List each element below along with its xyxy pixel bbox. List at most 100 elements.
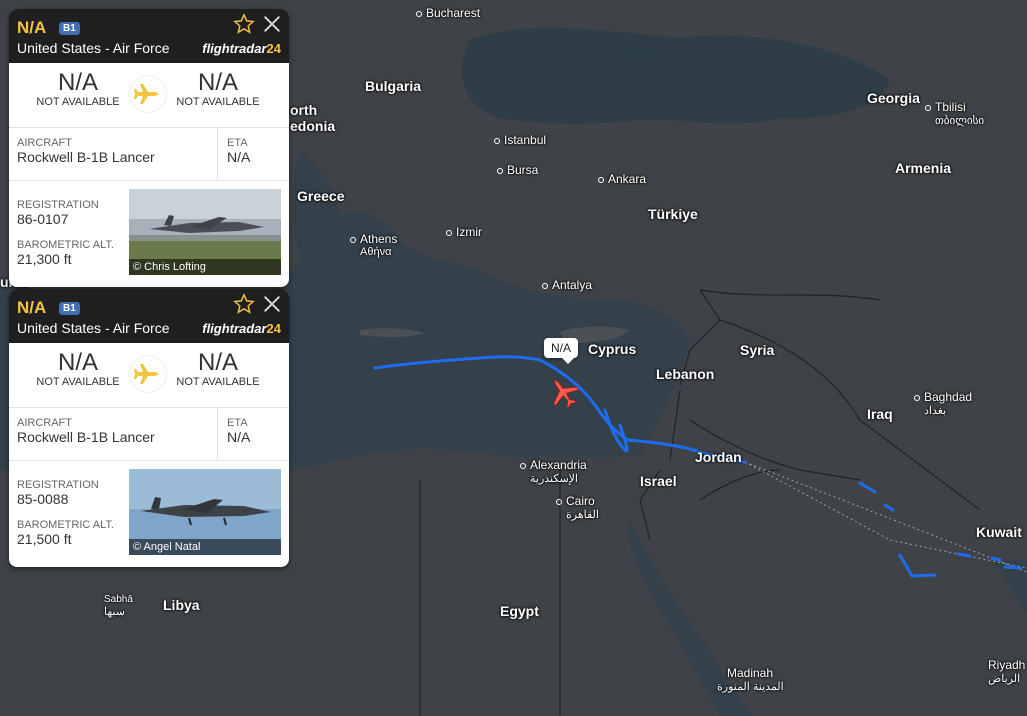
label-israel: Israel xyxy=(640,473,677,489)
label-sabha: Sabhā سبها xyxy=(104,594,133,618)
route-section: N/A NOT AVAILABLE N/A NOT AVAILABLE xyxy=(9,343,289,408)
flight-card[interactable]: N/A B1 United States - Air Force flightr… xyxy=(9,289,289,567)
city-dot-icon xyxy=(556,498,562,505)
label-baghdad: Baghdad بغداد xyxy=(914,390,972,417)
label-jordan: Jordan xyxy=(695,449,742,465)
registration-info: REGISTRATION 86-0107 xyxy=(17,199,99,227)
close-icon[interactable] xyxy=(261,13,283,35)
eta-info: ETA N/A xyxy=(217,408,250,460)
altitude-value: 21,500 ft xyxy=(17,531,72,547)
aircraft-value: Rockwell B-1B Lancer xyxy=(17,429,155,445)
label-greece: Greece xyxy=(297,188,345,204)
aircraft-photo[interactable]: © Angel Natal xyxy=(129,469,281,555)
eta-value: N/A xyxy=(227,429,251,445)
city-dot-icon xyxy=(914,394,920,401)
label-cairo: Cairo القاهرة xyxy=(556,494,599,521)
destination-airport[interactable]: N/A NOT AVAILABLE xyxy=(163,349,273,388)
label-local: الرياض xyxy=(988,673,1021,685)
city-dot-icon xyxy=(925,104,931,111)
label-text: Sabhā xyxy=(104,594,133,605)
plane-icon xyxy=(130,76,166,112)
label-north-macedonia-1: orth xyxy=(290,102,318,118)
aircraft-photo[interactable]: © Chris Lofting xyxy=(129,189,281,275)
label-text: Izmir xyxy=(456,225,482,239)
label-ankara: Ankara xyxy=(598,172,646,186)
flight-card[interactable]: N/A B1 United States - Air Force flightr… xyxy=(9,9,289,287)
label-text: Riyadh xyxy=(988,658,1026,672)
label-north-macedonia-2: edonia xyxy=(290,118,336,134)
brand-text: flightradar xyxy=(202,321,267,336)
origin-status: NOT AVAILABLE xyxy=(36,96,120,108)
label-text: Madinah xyxy=(727,666,774,680)
registration-value: 85-0088 xyxy=(17,491,69,507)
registration-label: REGISTRATION xyxy=(17,479,99,491)
aircraft-info: AIRCRAFT Rockwell B-1B Lancer xyxy=(17,417,155,445)
operator-name: United States - Air Force xyxy=(17,40,170,56)
route-section: N/A NOT AVAILABLE N/A NOT AVAILABLE xyxy=(9,63,289,128)
registration-label: REGISTRATION xyxy=(17,199,99,211)
label-kuwait: Kuwait xyxy=(976,524,1022,540)
label-text: Istanbul xyxy=(504,133,547,147)
altitude-label: BAROMETRIC ALT. xyxy=(17,239,114,251)
brand-text: flightradar xyxy=(202,41,267,56)
label-libya: Libya xyxy=(163,597,200,613)
label-syria: Syria xyxy=(740,342,775,358)
eta-info: ETA N/A xyxy=(217,128,250,180)
label-black-sea: Black Sea xyxy=(618,46,668,58)
altitude-info: BAROMETRIC ALT. 21,300 ft xyxy=(17,239,114,267)
label-local: თბილისი xyxy=(935,115,985,127)
eta-label: ETA xyxy=(227,137,248,149)
card-header: N/A B1 United States - Air Force flightr… xyxy=(9,289,289,343)
label-text: Athens xyxy=(360,232,398,246)
label-antalya: Antalya xyxy=(542,278,592,292)
aircraft-type-badge: B1 xyxy=(59,22,80,35)
photo-credit: © Chris Lofting xyxy=(129,259,281,275)
origin-code: N/A xyxy=(57,349,98,376)
city-dot-icon xyxy=(598,176,604,183)
city-dot-icon xyxy=(416,10,422,17)
star-icon[interactable] xyxy=(233,293,255,315)
destination-status: NOT AVAILABLE xyxy=(176,96,260,108)
label-bursa: Bursa xyxy=(497,163,538,177)
label-local: الإسكندرية xyxy=(530,473,578,485)
label-text: Tbilisi xyxy=(935,100,966,114)
origin-airport[interactable]: N/A NOT AVAILABLE xyxy=(23,349,133,388)
destination-airport[interactable]: N/A NOT AVAILABLE xyxy=(163,69,273,108)
operator-name: United States - Air Force xyxy=(17,320,170,336)
origin-code: N/A xyxy=(57,69,98,96)
brand-number: 24 xyxy=(266,321,281,336)
brand-logo: flightradar24 xyxy=(202,321,281,336)
origin-airport[interactable]: N/A NOT AVAILABLE xyxy=(23,69,133,108)
aircraft-eta-row: AIRCRAFT Rockwell B-1B Lancer ETA N/A xyxy=(9,408,289,461)
label-cyprus: Cyprus xyxy=(588,341,637,357)
label-text: Antalya xyxy=(552,278,593,292)
label-riyadh: Riyadh الرياض xyxy=(988,658,1025,685)
city-dot-icon xyxy=(350,236,356,243)
label-tbilisi: Tbilisi თბილისი xyxy=(925,100,984,127)
label-armenia: Armenia xyxy=(895,160,952,176)
aircraft-callout[interactable]: N/A xyxy=(544,338,579,364)
label-local: القاهرة xyxy=(566,509,599,521)
label-text: Baghdad xyxy=(924,390,973,404)
star-icon[interactable] xyxy=(233,13,255,35)
altitude-value: 21,300 ft xyxy=(17,251,72,267)
registration-value: 86-0107 xyxy=(17,211,69,227)
city-dot-icon xyxy=(542,282,548,289)
label-athens: Athens Αθήνα xyxy=(350,232,397,258)
city-dot-icon xyxy=(520,462,526,469)
plane-icon xyxy=(130,356,166,392)
label-text: Bucharest xyxy=(426,6,481,20)
city-dot-icon xyxy=(494,137,500,144)
label-izmir: Izmir xyxy=(446,225,482,239)
registration-info: REGISTRATION 85-0088 xyxy=(17,479,99,507)
eta-label: ETA xyxy=(227,417,248,429)
aircraft-label: AIRCRAFT xyxy=(17,137,72,149)
label-local: المدينة المنورة xyxy=(717,681,784,693)
close-icon[interactable] xyxy=(261,293,283,315)
aircraft-info: AIRCRAFT Rockwell B-1B Lancer xyxy=(17,137,155,165)
card-header: N/A B1 United States - Air Force flightr… xyxy=(9,9,289,63)
brand-number: 24 xyxy=(266,41,281,56)
details-row: REGISTRATION 86-0107 BAROMETRIC ALT. 21,… xyxy=(9,181,289,287)
aircraft-eta-row: AIRCRAFT Rockwell B-1B Lancer ETA N/A xyxy=(9,128,289,181)
label-local: Αθήνα xyxy=(360,246,392,258)
